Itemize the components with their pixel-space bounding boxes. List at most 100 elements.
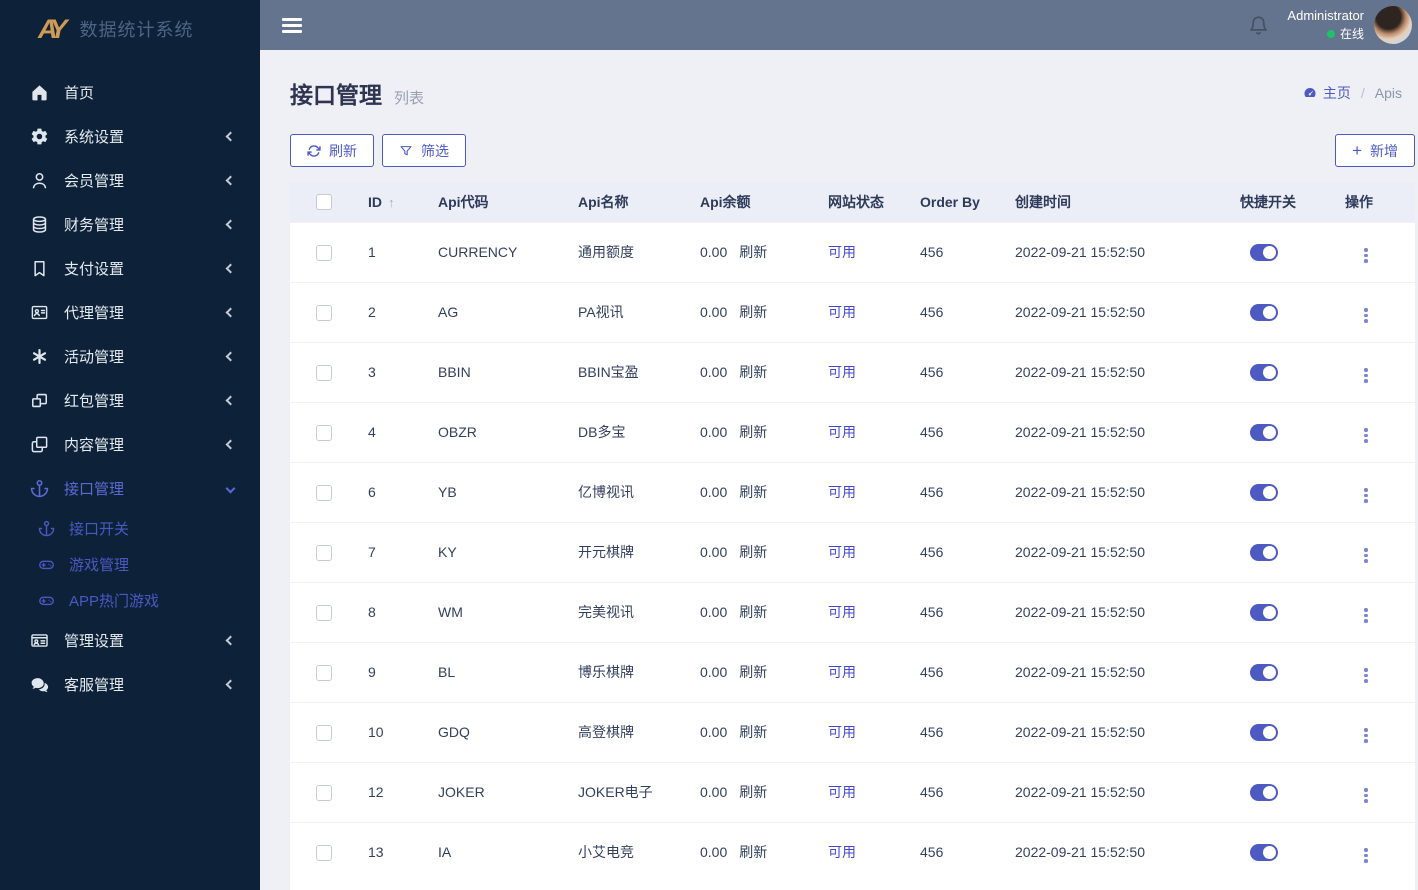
- balance-refresh-link[interactable]: 刷新: [739, 662, 767, 682]
- cell-created: 2022-09-21 15:52:50: [1015, 701, 1240, 762]
- cell-name: DB多宝: [578, 401, 700, 462]
- balance-refresh-link[interactable]: 刷新: [739, 422, 767, 442]
- site-status-link[interactable]: 可用: [828, 304, 856, 320]
- chevron-left-icon: [225, 679, 236, 689]
- cell-id: 1: [368, 221, 438, 282]
- quick-switch-toggle[interactable]: [1250, 423, 1278, 441]
- sidebar-subitem-api-switch[interactable]: 接口开关: [0, 510, 260, 546]
- quick-switch-toggle[interactable]: [1250, 243, 1278, 261]
- row-actions-menu-icon[interactable]: [1361, 425, 1371, 446]
- plus-icon: +: [1352, 141, 1362, 160]
- row-actions-menu-icon[interactable]: [1361, 245, 1371, 266]
- sidebar-item-system-settings[interactable]: 系统设置: [0, 114, 260, 158]
- sidebar-item-admin-settings[interactable]: 管理设置: [0, 618, 260, 662]
- site-status-link[interactable]: 可用: [828, 724, 856, 740]
- cogs-icon: [30, 127, 49, 146]
- site-status-link[interactable]: 可用: [828, 424, 856, 440]
- row-checkbox[interactable]: [316, 844, 332, 861]
- column-header-label: 创建时间: [1015, 193, 1071, 210]
- balance-refresh-link[interactable]: 刷新: [739, 542, 767, 562]
- row-checkbox[interactable]: [316, 484, 332, 501]
- topbar-right: Administrator 在线: [1248, 6, 1412, 44]
- cell-name: 通用额度: [578, 221, 700, 282]
- balance-refresh-link[interactable]: 刷新: [739, 482, 767, 502]
- site-status-link[interactable]: 可用: [828, 844, 856, 860]
- sidebar-item-agent-management[interactable]: 代理管理: [0, 290, 260, 334]
- sidebar-item-payment-settings[interactable]: 支付设置: [0, 246, 260, 290]
- sidebar-item-content-management[interactable]: 内容管理: [0, 422, 260, 466]
- balance-refresh-link[interactable]: 刷新: [739, 842, 767, 862]
- bell-icon[interactable]: [1248, 15, 1269, 36]
- column-header-label: 操作: [1345, 193, 1373, 210]
- avatar[interactable]: [1374, 6, 1412, 44]
- site-status-link[interactable]: 可用: [828, 364, 856, 380]
- site-status-link[interactable]: 可用: [828, 784, 856, 800]
- quick-switch-toggle[interactable]: [1250, 603, 1278, 621]
- row-actions-menu-icon[interactable]: [1361, 785, 1371, 806]
- quick-switch-toggle[interactable]: [1250, 543, 1278, 561]
- row-actions-menu-icon[interactable]: [1361, 365, 1371, 386]
- hamburger-menu-icon[interactable]: [278, 14, 306, 37]
- site-status-link[interactable]: 可用: [828, 604, 856, 620]
- row-actions-menu-icon[interactable]: [1361, 485, 1371, 506]
- row-checkbox[interactable]: [316, 424, 332, 441]
- balance-refresh-link[interactable]: 刷新: [739, 302, 767, 322]
- site-status-link[interactable]: 可用: [828, 244, 856, 260]
- balance-refresh-link[interactable]: 刷新: [739, 782, 767, 802]
- refresh-button[interactable]: 刷新: [290, 134, 374, 167]
- site-status-link[interactable]: 可用: [828, 544, 856, 560]
- sidebar-item-finance-management[interactable]: 财务管理: [0, 202, 260, 246]
- row-actions-menu-icon[interactable]: [1361, 845, 1371, 866]
- sidebar-item-activity-management[interactable]: 活动管理: [0, 334, 260, 378]
- row-checkbox[interactable]: [316, 784, 332, 801]
- row-checkbox[interactable]: [316, 724, 332, 741]
- balance-refresh-link[interactable]: 刷新: [739, 242, 767, 262]
- table-row: 1 CURRENCY 通用额度 0.00 刷新 可用 456 2022-09-21…: [290, 221, 1415, 282]
- quick-switch-toggle[interactable]: [1250, 783, 1278, 801]
- quick-switch-toggle[interactable]: [1250, 844, 1278, 862]
- row-checkbox[interactable]: [316, 604, 332, 621]
- cell-name: 小艾电竞: [578, 821, 700, 882]
- row-checkbox[interactable]: [316, 304, 332, 321]
- breadcrumb-home-link[interactable]: 主页: [1303, 83, 1351, 103]
- row-checkbox[interactable]: [316, 364, 332, 381]
- cell-code: YB: [438, 461, 578, 522]
- sidebar-subitem-label: APP热门游戏: [69, 592, 160, 610]
- balance-refresh-link[interactable]: 刷新: [739, 722, 767, 742]
- sidebar-item-home[interactable]: 首页: [0, 70, 260, 114]
- row-actions-menu-icon[interactable]: [1361, 605, 1371, 626]
- row-checkbox[interactable]: [316, 544, 332, 561]
- sidebar-subitem-app-hot-games[interactable]: APP热门游戏: [0, 582, 260, 618]
- dashboard-icon: [1303, 86, 1317, 100]
- select-all-checkbox[interactable]: [316, 194, 332, 211]
- row-checkbox[interactable]: [316, 244, 332, 261]
- quick-switch-toggle[interactable]: [1250, 363, 1278, 381]
- chevron-left-icon: [225, 351, 236, 361]
- row-actions-menu-icon[interactable]: [1361, 725, 1371, 746]
- add-button[interactable]: + 新增: [1335, 134, 1415, 167]
- sidebar-item-redpacket-management[interactable]: 红包管理: [0, 378, 260, 422]
- quick-switch-toggle[interactable]: [1250, 483, 1278, 501]
- filter-button[interactable]: 筛选: [382, 134, 466, 167]
- site-status-link[interactable]: 可用: [828, 664, 856, 680]
- quick-switch-toggle[interactable]: [1250, 663, 1278, 681]
- balance-refresh-link[interactable]: 刷新: [739, 602, 767, 622]
- cell-name: BBIN宝盈: [578, 341, 700, 402]
- cell-balance: 0.00: [700, 424, 728, 440]
- row-checkbox[interactable]: [316, 664, 332, 681]
- site-status-link[interactable]: 可用: [828, 484, 856, 500]
- sidebar-item-support-management[interactable]: 客服管理: [0, 662, 260, 706]
- sidebar-item-member-management[interactable]: 会员管理: [0, 158, 260, 202]
- row-actions-menu-icon[interactable]: [1361, 305, 1371, 326]
- sidebar-subitem-game-management[interactable]: 游戏管理: [0, 546, 260, 582]
- table-header-row: ID ↑ Api代码 Api名称 Api余额 网站状态 Order By 创建时间 快捷开关 操作: [290, 182, 1415, 222]
- cell-balance: 0.00: [700, 364, 728, 380]
- row-actions-menu-icon[interactable]: [1361, 545, 1371, 566]
- row-actions-menu-icon[interactable]: [1361, 665, 1371, 686]
- column-header-id[interactable]: ID ↑: [368, 182, 438, 222]
- balance-refresh-link[interactable]: 刷新: [739, 362, 767, 382]
- cell-name: JOKER电子: [578, 761, 700, 822]
- quick-switch-toggle[interactable]: [1250, 723, 1278, 741]
- sidebar-item-api-management[interactable]: 接口管理: [0, 466, 260, 510]
- quick-switch-toggle[interactable]: [1250, 303, 1278, 321]
